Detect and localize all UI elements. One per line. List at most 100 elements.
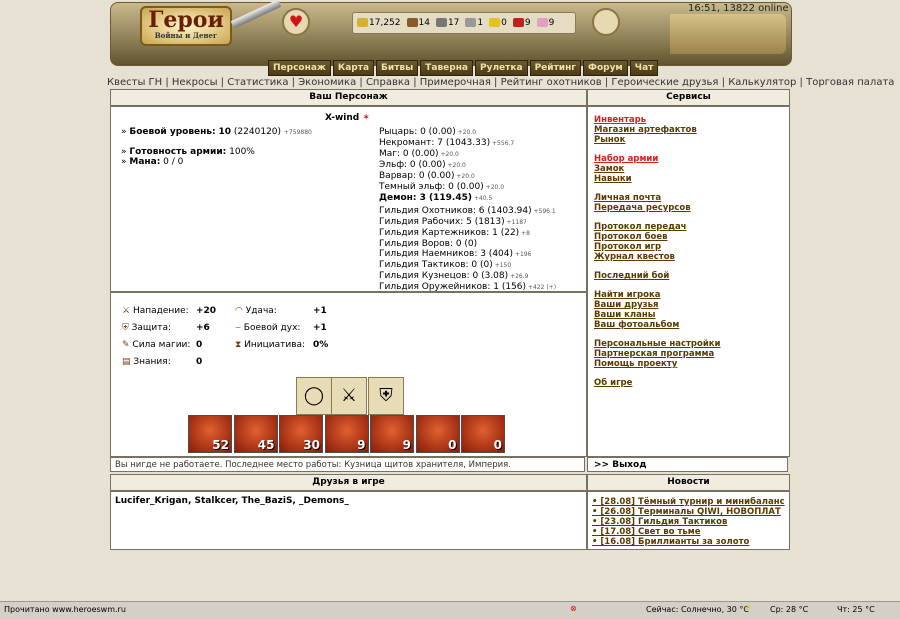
service-link[interactable]: Протокол боев [594, 232, 721, 242]
news-item[interactable]: • [28.08] Тёмный турнир и минибаланс [592, 497, 785, 507]
faction-delta: +20.0 [455, 129, 477, 136]
quick-link-8[interactable]: Калькулятор [728, 77, 796, 88]
guild-text: Гильдия Охотников: 6 (1403.94) [379, 206, 532, 216]
service-link[interactable]: Рынок [594, 135, 721, 145]
guild-delta: +150 [492, 262, 512, 269]
friend-name[interactable]: The_BaziS, [242, 496, 299, 506]
news-item[interactable]: • [26.08] Терминалы QIWI, НОВОПЛАТ [592, 507, 785, 517]
service-link[interactable]: Последний бой [594, 271, 721, 281]
amulet-slot[interactable]: ◯ [296, 377, 332, 415]
faction-delta: +40.5 [471, 195, 493, 202]
faction-delta: +20.0 [483, 184, 505, 191]
friend-name[interactable]: Lucifer_Krigan, [115, 496, 195, 506]
service-link[interactable]: Магазин артефактов [594, 125, 721, 135]
unit-count: 0 [493, 438, 502, 452]
service-link[interactable]: Ваши друзья [594, 300, 721, 310]
main-menu: Персонаж Карта Битвы Таверна Рулетка Рейтинг Ф… [268, 60, 659, 76]
service-link[interactable]: Передача ресурсов [594, 203, 721, 213]
service-link[interactable]: Инвентарь [594, 115, 721, 125]
health-heart-icon: ♥ [282, 8, 310, 36]
menu-item-0[interactable]: Персонаж [268, 60, 331, 76]
stat-label: Инициатива: [244, 340, 306, 350]
stat-0: ⚔ Нападение: +20 [122, 306, 216, 316]
resource-gold: 17,252 [357, 18, 401, 28]
stat-1: ⛨ Защита: +6 [122, 323, 210, 333]
guild-text: Гильдия Воров: 0 (0) [379, 239, 478, 249]
guild-text: Гильдия Картежников: 1 (22) [379, 228, 520, 238]
friend-name[interactable]: _Demons_ [299, 496, 349, 506]
service-link[interactable]: Ваш фотоальбом [594, 320, 721, 330]
service-link[interactable]: Навыки [594, 174, 721, 184]
quick-link-1[interactable]: Некросы [172, 77, 218, 88]
unit-slot[interactable]: 9 [370, 415, 414, 453]
mercury-icon [465, 18, 477, 27]
friends-list: Lucifer_Krigan, Stalkcer, The_BaziS, _De… [115, 496, 349, 506]
service-link[interactable]: Об игре [594, 378, 721, 388]
service-link[interactable]: Ваши кланы [594, 310, 721, 320]
unit-count: 9 [402, 438, 411, 452]
menu-item-2[interactable]: Битвы [376, 60, 419, 76]
quick-link-6[interactable]: Рейтинг охотников [501, 77, 602, 88]
faction-text: Некромант: 7 (1043.33) [379, 138, 491, 148]
quick-link-5[interactable]: Примерочная [420, 77, 491, 88]
news-item[interactable]: • [17.08] Свет во тьме [592, 527, 785, 537]
faction-icon: ✶ [362, 113, 370, 123]
guild-delta: +26.9 [508, 273, 529, 280]
service-link[interactable]: Журнал квестов [594, 252, 721, 262]
menu-item-1[interactable]: Карта [332, 60, 375, 76]
service-link[interactable]: Личная почта [594, 193, 721, 203]
unit-slot[interactable]: 9 [324, 415, 369, 453]
stat-value: +1 [313, 323, 327, 333]
mana-line: » Мана: 0 / 0 [121, 157, 184, 167]
quick-link-0[interactable]: Квесты ГН [107, 77, 162, 88]
faction-row: Варвар: 0 (0.00) +20.0 [379, 171, 514, 182]
service-link[interactable]: Набор армии [594, 154, 721, 164]
quick-link-7[interactable]: Героические друзья [611, 77, 718, 88]
exit-link[interactable]: >> Выход [587, 457, 788, 472]
shield-slot[interactable]: ⛨ [368, 377, 404, 415]
unit-count: 45 [257, 438, 275, 452]
quick-links: Квесты ГН | Некросы | Статистика | Эконо… [107, 77, 895, 88]
unit-slot[interactable]: 45 [233, 415, 278, 453]
quick-link-3[interactable]: Экономика [298, 77, 356, 88]
service-link[interactable]: Протокол передач [594, 222, 721, 232]
service-link[interactable]: Протокол игр [594, 242, 721, 252]
service-link[interactable]: Персональные настройки [594, 339, 721, 349]
sword-slot[interactable]: ⚔ [331, 377, 367, 415]
menu-item-7[interactable]: Чат [629, 60, 659, 76]
unit-slot[interactable]: 30 [279, 415, 323, 453]
guild-text: Гильдия Кузнецов: 0 (3.08) [379, 271, 509, 281]
friend-name[interactable]: Stalkcer, [195, 496, 242, 506]
news-item[interactable]: • [16.08] Бриллианты за золото [592, 537, 785, 547]
character-name[interactable]: X-wind ✶ [325, 113, 370, 123]
crystals-icon [512, 18, 524, 27]
faction-row: Демон: 3 (119.45) +40.5 [379, 193, 514, 204]
quick-link-9[interactable]: Торговая палата [806, 77, 894, 88]
stat-icon: ✎ [122, 340, 133, 350]
guild-text: Гильдия Тактиков: 0 (0) [379, 260, 493, 270]
unit-slot[interactable]: 0 [461, 415, 505, 453]
browser-status-bar: Прочитано www.heroeswm.ru ⊗ Сейчас: Солн… [0, 601, 900, 619]
menu-item-5[interactable]: Рейтинг [529, 60, 582, 76]
service-link[interactable]: Партнерская программа [594, 349, 721, 359]
close-icon[interactable]: ⊗ [570, 604, 577, 613]
service-link[interactable]: Замок [594, 164, 721, 174]
service-link[interactable]: Найти игрока [594, 290, 721, 300]
news-item[interactable]: • [23.08] Гильдия Тактиков [592, 517, 785, 527]
ring-icon [592, 8, 620, 36]
weather-now: Сейчас: Солнечно, 30 °C [646, 605, 749, 614]
unit-slot[interactable]: 0 [415, 415, 460, 453]
faction-row: Эльф: 0 (0.00) +20.0 [379, 160, 514, 171]
guild-text: Гильдия Оружейников: 1 (156) [379, 282, 527, 292]
quick-link-4[interactable]: Справка [366, 77, 410, 88]
menu-item-6[interactable]: Форум [583, 60, 628, 76]
stat-label: Боевой дух: [243, 323, 301, 333]
stat-value: +1 [313, 306, 327, 316]
unit-slot[interactable]: 52 [188, 415, 232, 453]
service-link[interactable]: Помощь проекту [594, 359, 721, 369]
quick-link-2[interactable]: Статистика [227, 77, 288, 88]
menu-item-3[interactable]: Таверна [420, 60, 473, 76]
game-logo[interactable]: Герои Войны и Денег [140, 6, 232, 46]
menu-item-4[interactable]: Рулетка [475, 60, 528, 76]
guild-text: Гильдия Наемников: 3 (404) [379, 249, 514, 259]
